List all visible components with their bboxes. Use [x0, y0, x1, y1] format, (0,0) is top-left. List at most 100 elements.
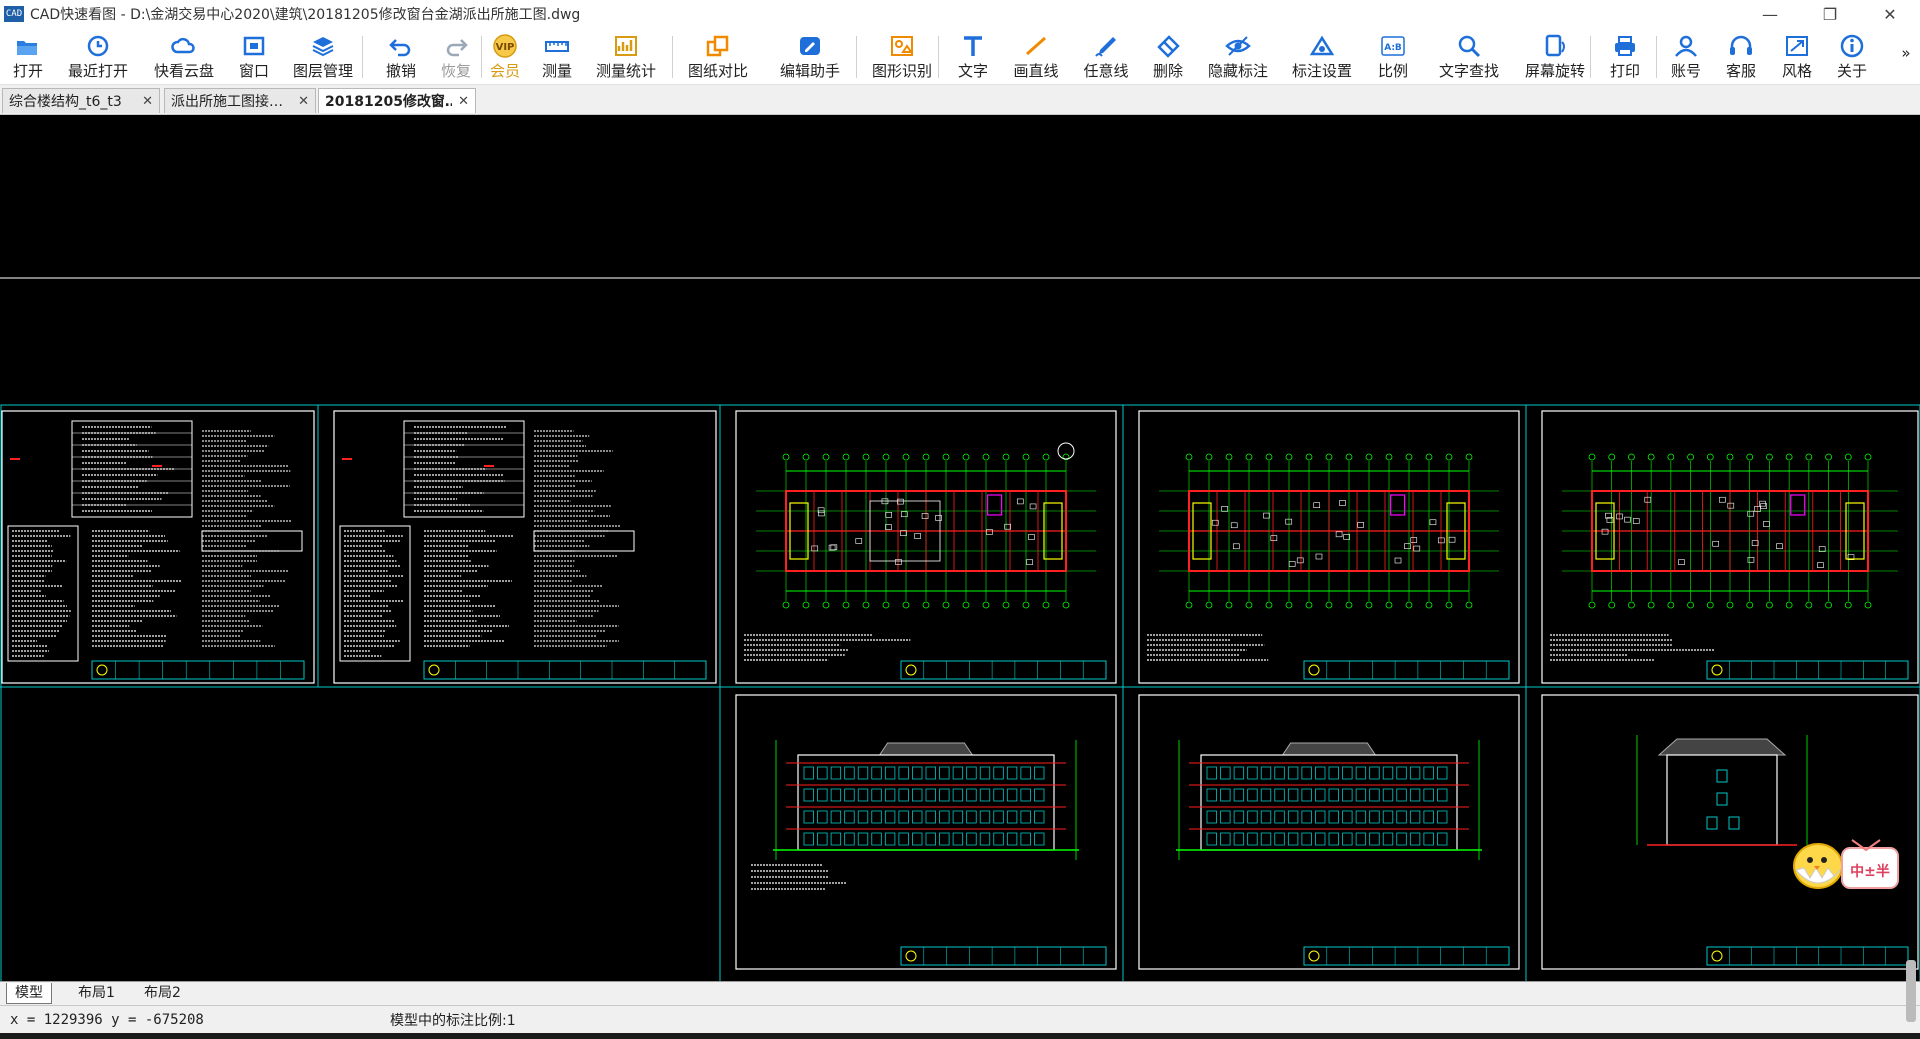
toolbar-button-17[interactable]: 隐藏标注 [1204, 28, 1272, 84]
toolbar-label: 图纸对比 [687, 62, 748, 80]
toolbar-separator [362, 36, 363, 78]
mascot-chick-icon[interactable]: 中±半 [1790, 826, 1900, 898]
toolbar-label: 标注设置 [1291, 62, 1352, 80]
toolbar-button-26[interactable]: 关于 [1818, 28, 1886, 84]
bottom-strip [0, 1033, 1920, 1039]
toolbar-button-1[interactable]: 最近打开 [64, 28, 132, 84]
layout-tab-1[interactable]: 布局1 [70, 983, 123, 1003]
clock-icon [85, 34, 111, 58]
text-search-icon [1456, 34, 1482, 58]
toolbar-label: 文字 [957, 62, 988, 80]
toolbar-button-12[interactable]: 图形识别 [868, 28, 936, 84]
vertical-scrollbar[interactable] [1906, 960, 1916, 1022]
document-tab-0[interactable]: 综合楼结构_t6_t3 ✕ [2, 88, 160, 113]
toolbar-button-8[interactable]: 测量 [523, 28, 591, 84]
document-tab-bar: 综合楼结构_t6_t3 ✕ 派出所施工图接… ✕ 20181205修改窗… ✕ [0, 85, 1920, 115]
toolbar-button-19[interactable]: A:B 比例 [1359, 28, 1427, 84]
document-tab-2[interactable]: 20181205修改窗… ✕ [318, 88, 476, 113]
toolbar-button-3[interactable]: 窗口 [220, 28, 288, 84]
toolbar-button-4[interactable]: 图层管理 [289, 28, 357, 84]
eye-hide-icon [1225, 34, 1251, 58]
layout-tab-bar: 模型 布局1 布局2 [0, 981, 1920, 1006]
close-tab-icon[interactable]: ✕ [142, 94, 153, 109]
toolbar-button-10[interactable]: 图纸对比 [684, 28, 752, 84]
toolbar-button-18[interactable]: 标注设置 [1288, 28, 1356, 84]
toolbar-label: 比例 [1377, 62, 1408, 80]
user-icon [1673, 34, 1699, 58]
toolbar-label: 任意线 [1083, 62, 1129, 80]
svg-text:A:B: A:B [1384, 43, 1402, 53]
elevation-sheet-1 [1138, 694, 1520, 970]
folder-open-icon [15, 34, 41, 58]
toolbar-button-14[interactable]: 画直线 [1002, 28, 1070, 84]
measure-stats-icon [613, 34, 639, 58]
chevron-double-right-icon: » [1901, 44, 1911, 62]
cad-drawing [0, 277, 1920, 1039]
toolbar-button-16[interactable]: 删除 [1134, 28, 1202, 84]
headset-icon [1728, 34, 1754, 58]
notes-sheet-0 [1, 410, 315, 684]
line-icon [1023, 34, 1049, 58]
toolbar-label: 删除 [1152, 62, 1183, 80]
toolbar-button-11[interactable]: 编辑助手 [776, 28, 844, 84]
toolbar-button-9[interactable]: 测量统计 [592, 28, 660, 84]
toolbar-button-15[interactable]: 任意线 [1072, 28, 1140, 84]
toolbar-label: 图层管理 [292, 62, 353, 80]
rotate-screen-icon [1542, 34, 1568, 58]
toolbar-label: 会员 [489, 62, 520, 80]
toolbar-label: 关于 [1836, 62, 1867, 80]
close-window-button[interactable]: ✕ [1860, 0, 1920, 28]
toolbar-button-0[interactable]: 打开 [0, 28, 62, 84]
drawing-canvas[interactable] [0, 115, 1920, 1039]
annotation-scale-status: 模型中的标注比例:1 [390, 1013, 516, 1029]
elevation-sheet-0 [735, 694, 1117, 970]
svg-text:VIP: VIP [496, 42, 515, 53]
redo-icon [443, 34, 469, 58]
shape-recognize-icon [889, 34, 915, 58]
document-tab-1[interactable]: 派出所施工图接… ✕ [164, 88, 316, 113]
toolbar-button-2[interactable]: 快看云盘 [150, 28, 218, 84]
toolbar-label: 打开 [12, 62, 43, 80]
minimize-button[interactable]: — [1740, 0, 1800, 28]
toolbar-separator [672, 36, 673, 78]
eraser-icon [1155, 34, 1181, 58]
toolbar-overflow-button[interactable]: » [1896, 28, 1916, 84]
ruler-icon [544, 34, 570, 58]
cloud-icon [171, 34, 197, 58]
annotation-settings-icon [1309, 34, 1335, 58]
toolbar-label: 屏幕旋转 [1524, 62, 1585, 80]
toolbar-label: 编辑助手 [779, 62, 840, 80]
toolbar-label: 窗口 [238, 62, 269, 80]
toolbar-label: 测量统计 [595, 62, 656, 80]
toolbar-label: 隐藏标注 [1207, 62, 1268, 80]
main-toolbar: 打开 最近打开 快看云盘 窗口 图层管理 撤销 恢复 VIP 会员 测量 测量统计 图纸对比 编辑助手 图… [0, 28, 1920, 85]
style-icon [1784, 34, 1810, 58]
toolbar-button-13[interactable]: 文字 [939, 28, 1007, 84]
restore-button[interactable]: ❐ [1800, 0, 1860, 28]
text-icon [960, 34, 986, 58]
notes-sheet-1 [333, 410, 717, 684]
layout-tab-0[interactable]: 模型 [6, 983, 52, 1004]
toolbar-button-22[interactable]: 打印 [1591, 28, 1659, 84]
toolbar-button-21[interactable]: 屏幕旋转 [1521, 28, 1589, 84]
compare-icon [705, 34, 731, 58]
app-logo-icon: CAD [4, 6, 24, 22]
toolbar-separator [856, 36, 857, 78]
mascot-label: 中±半 [1850, 863, 1890, 880]
close-tab-icon[interactable]: ✕ [458, 94, 469, 109]
close-tab-icon[interactable]: ✕ [298, 94, 309, 109]
document-tab-label: 20181205修改窗… [325, 94, 453, 110]
status-bar: x = 1229396 y = -675208 模型中的标注比例:1 [0, 1005, 1920, 1034]
toolbar-label: 图形识别 [871, 62, 932, 80]
layout-tab-2[interactable]: 布局2 [136, 983, 189, 1003]
floor-plan-sheet-0 [735, 410, 1117, 684]
window-icon [241, 34, 267, 58]
toolbar-label: 撤销 [385, 62, 416, 80]
edit-assistant-icon [797, 34, 823, 58]
toolbar-label: 恢复 [440, 62, 471, 80]
layers-icon [310, 34, 336, 58]
toolbar-label: 测量 [541, 62, 572, 80]
toolbar-button-20[interactable]: 文字查找 [1435, 28, 1503, 84]
title-bar: CAD CAD快速看图 - D:\金湖交易中心2020\建筑\20181205修… [0, 0, 1920, 28]
toolbar-label: 快看云盘 [153, 62, 214, 80]
